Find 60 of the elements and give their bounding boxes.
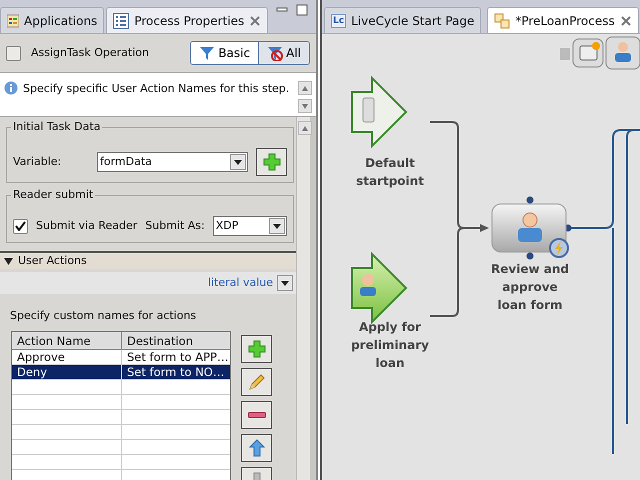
checkmark-icon xyxy=(15,221,26,231)
field-label: Variable: xyxy=(13,154,62,170)
info-icon xyxy=(4,81,18,95)
filter-button[interactable]: All xyxy=(258,42,309,64)
node-label: Review and approve loan form xyxy=(491,261,569,314)
scrollbar[interactable] xyxy=(296,117,316,480)
add-button[interactable] xyxy=(241,334,272,362)
add-button[interactable] xyxy=(256,148,287,176)
start-point-node[interactable] xyxy=(351,76,408,148)
process-icon xyxy=(494,12,510,28)
properties-icon xyxy=(113,12,130,28)
info-message: Specify specific User Action Names for this step. xyxy=(23,81,290,97)
remove-button[interactable] xyxy=(241,400,272,428)
up-arrow-icon xyxy=(302,126,308,130)
close-icon[interactable] xyxy=(620,14,632,26)
expand-icon xyxy=(4,256,13,266)
scroll-up-button[interactable] xyxy=(298,81,312,95)
maximize-icon[interactable] xyxy=(296,4,308,16)
filter-button[interactable]: Basic xyxy=(191,42,258,64)
section-header[interactable]: User Actions xyxy=(0,251,296,269)
column-header[interactable]: Destination xyxy=(122,332,230,348)
applications-icon xyxy=(7,14,19,28)
link[interactable]: literal value xyxy=(208,274,273,292)
edit-button[interactable] xyxy=(241,368,272,396)
caret-icon xyxy=(234,160,242,164)
up-arrow-icon xyxy=(302,86,308,90)
panel-tab[interactable]: Process Properties xyxy=(106,7,268,33)
caret-icon xyxy=(273,224,281,228)
close-icon[interactable] xyxy=(249,14,262,26)
plus-icon xyxy=(262,153,280,171)
pencil-icon xyxy=(248,372,266,390)
caption: Specify custom names for actions xyxy=(10,308,198,324)
field-label: Submit As: xyxy=(145,218,205,234)
dropdown-button[interactable] xyxy=(277,275,293,291)
editor-tab[interactable]: *PreLoanProcess xyxy=(487,7,639,33)
checkbox-label: Submit via Reader xyxy=(36,218,138,234)
logo-icon: Lc xyxy=(331,14,346,28)
caret-icon xyxy=(281,280,289,286)
format-dropdown[interactable]: XDP xyxy=(212,216,287,236)
checkbox-label: AssignTask Operation xyxy=(31,44,149,61)
panel-tab[interactable]: Applications xyxy=(0,7,104,33)
table-row[interactable]: Deny Set form to NO… xyxy=(12,364,230,380)
minus-icon xyxy=(248,412,266,418)
palette-toolbar-drawing[interactable] xyxy=(560,36,640,70)
checkbox[interactable] xyxy=(13,218,28,234)
variable-dropdown[interactable]: formData xyxy=(97,152,248,172)
task-node[interactable] xyxy=(492,196,572,260)
up-arrow-icon xyxy=(248,438,266,456)
column-header[interactable]: Action Name xyxy=(12,332,122,348)
scroll-down-button[interactable] xyxy=(298,99,312,113)
node-label: Default startpoint xyxy=(356,155,424,190)
node-label: Apply for preliminary loan xyxy=(351,319,429,372)
move-up-button[interactable] xyxy=(241,434,272,462)
scroll-up-button[interactable] xyxy=(298,121,312,135)
filter-off-icon xyxy=(267,45,284,61)
checkbox[interactable] xyxy=(6,46,21,60)
plus-icon xyxy=(248,340,266,358)
editor-tab[interactable]: Lc LiveCycle Start Page xyxy=(324,7,482,33)
filter-icon xyxy=(199,45,216,61)
down-arrow-icon xyxy=(302,104,308,108)
